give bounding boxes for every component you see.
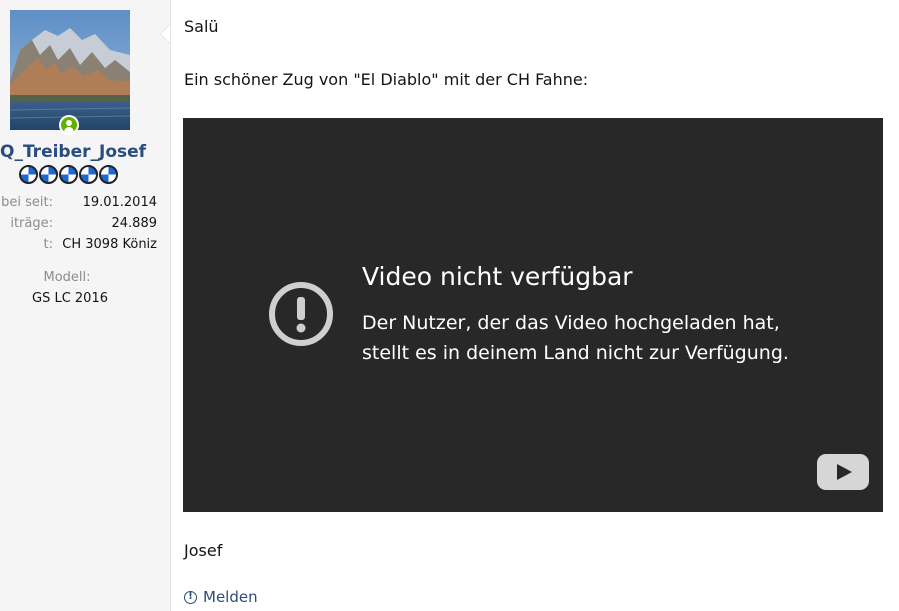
youtube-logo-icon[interactable]	[817, 454, 869, 490]
model-value: GS LC 2016	[32, 291, 108, 306]
embedded-video[interactable]: Video nicht verfügbar Der Nutzer, der da…	[183, 118, 883, 512]
model-label: Modell:	[43, 270, 91, 285]
alert-icon: !	[184, 590, 197, 604]
user-rank	[19, 165, 123, 185]
user-info-panel: Q_Treiber_Josef abei seit: 19.01.2014 it…	[0, 0, 171, 611]
message-arrow	[160, 24, 170, 44]
avatar-image	[10, 10, 130, 130]
online-status-icon	[59, 115, 79, 135]
warning-circle-icon	[269, 282, 333, 346]
video-error-message: Der Nutzer, der das Video hochgeladen ha…	[362, 312, 789, 364]
stat-posts: iträge: 24.889	[0, 216, 157, 234]
bmw-roundel-icon	[59, 165, 78, 184]
bmw-roundel-icon	[19, 165, 38, 184]
stat-label: iträge:	[10, 216, 53, 231]
report-button[interactable]: ! Melden	[184, 588, 258, 606]
bmw-roundel-icon	[79, 165, 98, 184]
stat-label: abei seit:	[0, 195, 53, 210]
message-signoff: Josef	[184, 541, 223, 560]
video-error-title: Video nicht verfügbar	[362, 262, 633, 291]
message-intro: Ein schöner Zug von "El Diablo" mit der …	[184, 70, 589, 89]
stat-value: 19.01.2014	[82, 195, 157, 210]
message-greeting: Salü	[184, 17, 219, 36]
stat-value: CH 3098 Köniz	[62, 237, 157, 252]
stat-location: t: CH 3098 Köniz	[0, 237, 157, 255]
stat-value[interactable]: 24.889	[112, 216, 158, 231]
report-label: Melden	[203, 588, 258, 606]
bmw-roundel-icon	[99, 165, 118, 184]
stat-joined: abei seit: 19.01.2014	[0, 195, 157, 213]
username-link[interactable]: Q_Treiber_Josef	[0, 142, 146, 162]
bmw-roundel-icon	[39, 165, 58, 184]
stat-label: t:	[43, 237, 53, 252]
avatar[interactable]	[10, 10, 130, 130]
